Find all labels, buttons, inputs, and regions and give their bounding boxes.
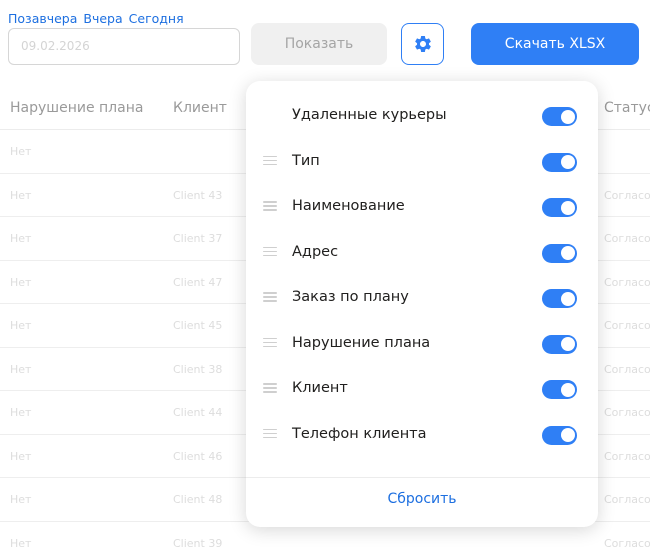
cell-plan-violation: Нет	[10, 406, 32, 419]
column-visibility-toggle[interactable]	[542, 152, 577, 172]
link-yesterday[interactable]: Вчера	[83, 11, 122, 26]
drag-handle-icon[interactable]	[263, 155, 277, 166]
cell-client: Client 47	[173, 275, 223, 289]
column-setting-row: Тип	[246, 147, 598, 177]
cell-client: Client 43	[173, 188, 223, 202]
gear-icon	[414, 35, 431, 52]
column-visibility-toggle[interactable]	[542, 425, 577, 445]
cell-client: Client 44	[173, 406, 223, 419]
column-setting-label: Нарушение плана	[292, 334, 431, 351]
cell-client: Client 45	[173, 319, 223, 332]
toggle-knob	[560, 382, 575, 397]
cell-plan-violation: Нет	[10, 493, 32, 506]
column-visibility-toggle[interactable]	[542, 289, 577, 308]
cell-client: Client 38	[173, 362, 223, 376]
cell-plan-violation: Нет	[10, 145, 32, 158]
link-today[interactable]: Сегодня	[129, 11, 184, 26]
link-day-before-yesterday[interactable]: Позавчера	[8, 11, 77, 26]
panel-divider	[246, 477, 598, 478]
reset-button[interactable]: Сбросить	[246, 491, 598, 507]
column-setting-row: Удаленные курьеры	[246, 101, 598, 131]
cell-status: Согласо	[604, 275, 650, 289]
cell-plan-violation: Нет	[10, 275, 32, 289]
cell-plan-violation: Нет	[10, 319, 32, 332]
cell-client: Client 46	[173, 449, 223, 463]
toggle-knob	[560, 109, 575, 124]
cell-plan-violation: Нет	[10, 536, 32, 550]
cell-status: Согласо	[604, 232, 650, 245]
drag-handle-icon[interactable]	[263, 383, 277, 393]
toggle-knob	[560, 200, 575, 215]
drag-handle-icon[interactable]	[263, 292, 277, 302]
quick-date-links: Позавчера Вчера Сегодня	[8, 11, 184, 26]
cell-status: Согласо	[604, 406, 650, 419]
cell-plan-violation: Нет	[10, 232, 32, 245]
drag-handle-icon[interactable]	[263, 337, 277, 348]
column-setting-row: Нарушение плана	[246, 329, 598, 359]
cell-plan-violation: Нет	[10, 188, 32, 202]
cell-status: Согласо	[604, 362, 650, 376]
cell-status: Согласо	[604, 536, 650, 550]
cell-plan-violation: Нет	[10, 449, 32, 463]
column-setting-label: Клиент	[292, 380, 348, 396]
cell-plan-violation: Нет	[10, 362, 32, 376]
header-plan-violation[interactable]: Нарушение плана	[10, 100, 143, 116]
column-visibility-toggle[interactable]	[542, 243, 577, 263]
drag-handle-icon[interactable]	[263, 246, 277, 257]
toggle-knob	[560, 428, 575, 442]
settings-button[interactable]	[401, 23, 444, 65]
toggle-knob	[560, 246, 575, 260]
cell-client: Client 39	[173, 536, 223, 550]
download-xlsx-button[interactable]: Скачать XLSX	[471, 23, 639, 65]
cell-status: Согласо	[604, 188, 650, 202]
cell-status: Согласо	[604, 319, 650, 332]
column-setting-label: Заказ по плану	[292, 289, 409, 305]
date-input[interactable]: 09.02.2026	[8, 28, 240, 65]
cell-client: Client 48	[173, 493, 223, 506]
column-visibility-toggle[interactable]	[542, 107, 577, 126]
column-setting-row: Клиент	[246, 374, 598, 404]
header-status[interactable]: Статус	[604, 100, 650, 116]
toggle-knob	[560, 155, 575, 169]
column-setting-row: Телефон клиента	[246, 420, 598, 450]
toggle-knob	[560, 291, 575, 306]
cell-status: Согласо	[604, 449, 650, 463]
column-setting-row: Наименование	[246, 192, 598, 222]
column-visibility-toggle[interactable]	[542, 198, 577, 217]
column-visibility-toggle[interactable]	[542, 380, 577, 399]
column-setting-label: Тип	[292, 152, 320, 169]
column-visibility-toggle[interactable]	[542, 334, 577, 354]
cell-status: Согласо	[604, 493, 650, 506]
column-setting-row: Заказ по плану	[246, 283, 598, 313]
drag-handle-icon[interactable]	[263, 201, 277, 211]
column-setting-label: Наименование	[292, 198, 405, 214]
show-button[interactable]: Показать	[251, 23, 387, 65]
toggle-knob	[560, 337, 575, 351]
column-setting-row: Адрес	[246, 238, 598, 268]
cell-client: Client 37	[173, 232, 223, 245]
drag-handle-icon[interactable]	[263, 428, 277, 439]
column-setting-label: Телефон клиента	[292, 425, 427, 442]
column-setting-label: Удаленные курьеры	[292, 107, 447, 123]
column-setting-label: Адрес	[292, 243, 339, 260]
header-client[interactable]: Клиент	[173, 100, 227, 116]
column-settings-panel: Удаленные курьеры Тип Наименование Адрес Зак…	[246, 81, 598, 527]
